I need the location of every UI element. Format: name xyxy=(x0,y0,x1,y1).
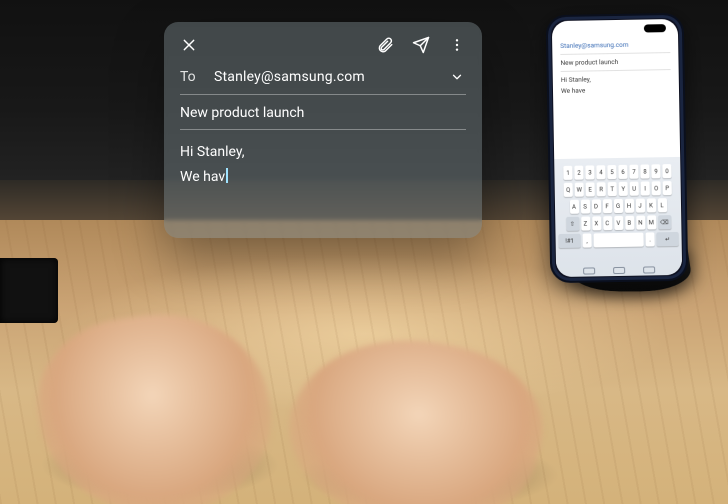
paperclip-icon[interactable] xyxy=(374,34,396,56)
body-line: Hi Stanley, xyxy=(180,140,466,165)
send-icon[interactable] xyxy=(410,34,432,56)
to-field[interactable]: Stanley@samsung.com xyxy=(214,69,436,85)
body-line: We hav xyxy=(180,165,225,190)
compose-toolbar xyxy=(164,22,482,60)
phone-onscreen-keyboard[interactable]: 1234567890 QWERTYUIOP ASDFGHJKL ⇧ZXCVBNM… xyxy=(554,157,682,277)
body-field[interactable]: Hi Stanley, We hav xyxy=(164,130,482,190)
chevron-down-icon[interactable] xyxy=(448,68,466,86)
phone-screen[interactable]: Stanley@samsung.com New product launch H… xyxy=(552,19,682,277)
phone-compose-view: Stanley@samsung.com New product launch H… xyxy=(560,37,671,98)
phone-to-field: Stanley@samsung.com xyxy=(560,40,670,50)
close-icon[interactable] xyxy=(178,34,200,56)
phone-body-line1: Hi Stanley, xyxy=(561,74,671,84)
more-vertical-icon[interactable] xyxy=(446,34,468,56)
phone-body-line2: We have xyxy=(561,85,671,95)
subject-field[interactable]: New product launch xyxy=(164,95,482,129)
smartphone: Stanley@samsung.com New product launch H… xyxy=(546,13,689,283)
scene: Stanley@samsung.com New product launch H… xyxy=(0,0,728,504)
to-row[interactable]: To Stanley@samsung.com xyxy=(164,60,482,94)
camera-cutout xyxy=(644,24,666,32)
physical-keyboard-edge xyxy=(0,258,58,323)
phone-nav-bar[interactable] xyxy=(556,266,682,275)
compose-card: To Stanley@samsung.com New product launc… xyxy=(164,22,482,238)
to-label: To xyxy=(180,69,202,85)
text-cursor xyxy=(226,168,228,183)
phone-subject: New product launch xyxy=(560,57,670,67)
